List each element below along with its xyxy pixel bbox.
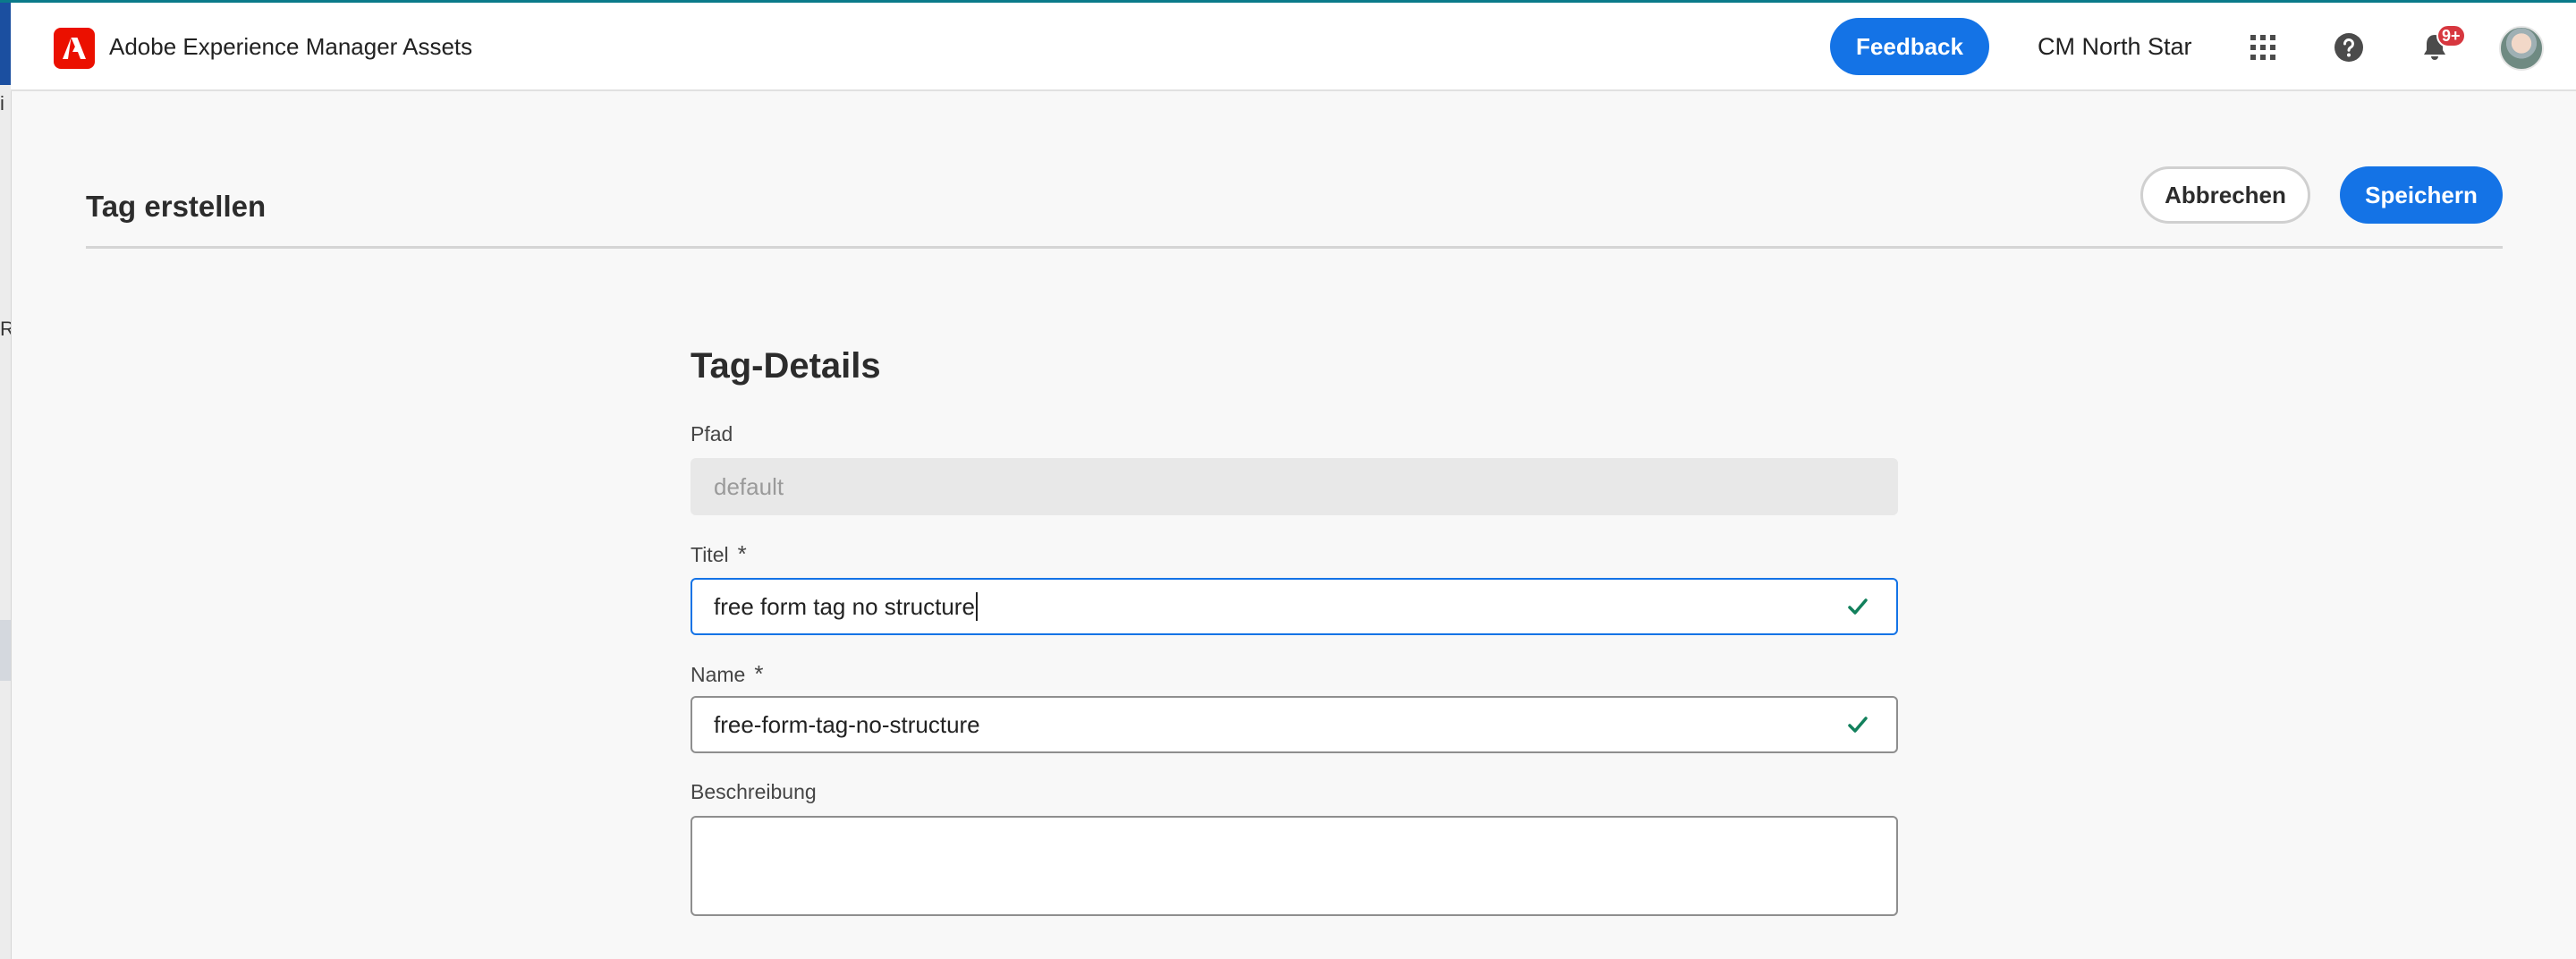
path-value: default: [714, 472, 784, 500]
org-switcher[interactable]: CM North Star: [2038, 33, 2192, 61]
background-selection: [0, 620, 11, 681]
required-marker: *: [737, 540, 747, 567]
title-field[interactable]: free form tag no structure: [691, 578, 1898, 635]
name-value: free-form-tag-no-structure: [714, 710, 980, 738]
notifications-button[interactable]: 9+: [2413, 24, 2466, 69]
title-value: free form tag no structure: [714, 592, 975, 620]
adobe-logo-icon[interactable]: [54, 28, 95, 69]
description-textarea[interactable]: [691, 816, 1898, 916]
header-divider: [86, 246, 2503, 249]
user-avatar[interactable]: [2499, 26, 2544, 71]
valid-check-icon: [1848, 598, 1868, 615]
section-title: Tag-Details: [691, 346, 881, 386]
background-glyph: i: [0, 92, 4, 115]
help-icon[interactable]: [2327, 26, 2370, 69]
cancel-button[interactable]: Abbrechen: [2140, 166, 2310, 224]
name-field[interactable]: free-form-tag-no-structure: [691, 696, 1898, 753]
name-label-row: Name *: [691, 660, 763, 688]
text-cursor: [975, 592, 978, 621]
path-label: Pfad: [691, 422, 733, 446]
background-window-header: [0, 3, 11, 85]
app-name[interactable]: Adobe Experience Manager Assets: [109, 33, 472, 61]
valid-check-icon: [1848, 717, 1868, 733]
feedback-button[interactable]: Feedback: [1830, 18, 1989, 75]
name-label: Name: [691, 663, 746, 686]
path-field: default: [691, 458, 1898, 515]
description-label: Beschreibung: [691, 780, 817, 803]
page-title: Tag erstellen: [86, 190, 267, 224]
save-button[interactable]: Speichern: [2340, 166, 2503, 224]
app-header: Adobe Experience Manager Assets Feedback…: [11, 3, 2576, 91]
required-marker: *: [754, 660, 764, 687]
background-glyph: R: [0, 318, 11, 340]
title-label-row: Titel *: [691, 540, 747, 568]
background-window-strip: i R: [0, 3, 12, 959]
title-label: Titel: [691, 543, 729, 566]
apps-grid-icon[interactable]: [2241, 26, 2284, 69]
notification-badge: 9+: [2436, 24, 2466, 47]
